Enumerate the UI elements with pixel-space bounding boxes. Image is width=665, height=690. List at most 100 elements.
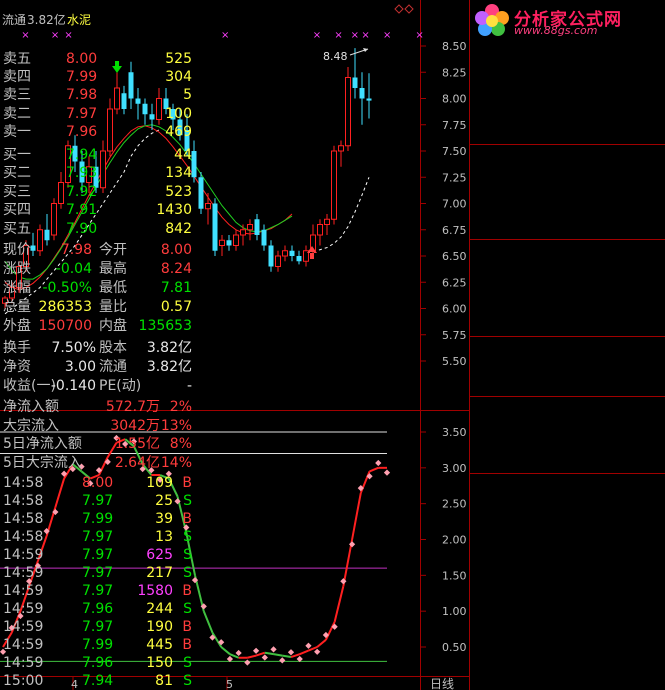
candle-body[interactable]	[331, 150, 337, 220]
tick-price: 7.97	[82, 529, 114, 545]
stat-value: -0.50%	[42, 280, 92, 296]
tick-volume: 244	[146, 601, 173, 617]
tick-row[interactable]: 14:59 7.96 244 S	[0, 600, 195, 618]
stat-label: 外盘	[3, 318, 31, 334]
candle-body[interactable]	[233, 234, 239, 246]
stat-value: -0.04	[55, 261, 92, 277]
diamond-icon[interactable]	[394, 4, 404, 14]
flower-icon	[475, 4, 509, 36]
bid-row[interactable]: 买二 7.93 134	[0, 164, 195, 182]
candle-body[interactable]	[198, 177, 204, 209]
ask-label: 卖三	[3, 87, 31, 104]
signal-marker: ×	[313, 30, 321, 41]
bid-label: 买一	[3, 147, 31, 163]
signal-marker: ×	[221, 30, 229, 41]
indicator-segment	[299, 649, 309, 656]
tick-row[interactable]: 14:58 8.00 109 B	[0, 474, 195, 492]
flow-percent: 8%	[169, 436, 192, 452]
candle-body[interactable]	[324, 218, 330, 225]
bid-row[interactable]: 买一 7.94 44	[0, 146, 195, 164]
candle-body[interactable]	[268, 245, 274, 267]
tick-price: 7.94	[82, 673, 114, 689]
tick-time: 14:58	[3, 511, 44, 527]
indicator-segment	[273, 653, 283, 657]
stat-row: 外盘 150700 内盘 135653	[0, 317, 195, 335]
candle-body[interactable]	[240, 229, 246, 236]
tick-volume: 150	[146, 655, 173, 671]
ask-row[interactable]: 卖五 8.00 525	[0, 50, 195, 68]
tick-time: 14:58	[3, 475, 44, 491]
stat-label: 涨幅	[3, 280, 31, 296]
tick-row[interactable]: 14:58 7.97 25 S	[0, 492, 195, 510]
ask-price: 7.96	[66, 123, 98, 140]
candle-body[interactable]	[338, 145, 344, 152]
stat-row: 涨幅 -0.50% 最低 7.81	[0, 279, 195, 297]
signal-marker: ×	[361, 30, 369, 41]
candle-body[interactable]	[345, 77, 351, 147]
candle-body[interactable]	[282, 250, 288, 257]
diamond-icon[interactable]	[404, 4, 414, 14]
fundamental-value: -0.140	[50, 378, 96, 394]
stat-label: 现价	[3, 242, 31, 258]
indicator-dot	[244, 659, 251, 666]
bid-row[interactable]: 买五 7.90 842	[0, 220, 195, 238]
tick-row[interactable]: 14:58 7.99 39 B	[0, 510, 195, 528]
tick-volume: 445	[146, 637, 173, 653]
tick-row[interactable]: 15:00 7.94 81 S	[0, 672, 195, 690]
tick-price: 7.97	[82, 619, 114, 635]
tick-row[interactable]: 14:59 7.97 217 S	[0, 564, 195, 582]
candle-body[interactable]	[359, 88, 365, 99]
candle-body[interactable]	[317, 224, 323, 236]
flow-label: 5日大宗流入	[3, 454, 82, 471]
candle-body[interactable]	[212, 203, 218, 251]
tick-time: 14:58	[3, 529, 44, 545]
candle-body[interactable]	[226, 240, 232, 246]
bid-price: 7.90	[66, 220, 98, 237]
candle-body[interactable]	[205, 203, 211, 210]
candle-body[interactable]	[254, 219, 260, 235]
candle-body[interactable]	[247, 224, 253, 231]
period-label[interactable]: 日线	[430, 677, 454, 690]
tick-price: 7.97	[82, 583, 114, 599]
indicator-segment	[333, 585, 345, 623]
candle-body[interactable]	[352, 77, 358, 89]
tick-price: 7.97	[82, 493, 114, 509]
candle-body[interactable]	[289, 250, 295, 256]
candle-body[interactable]	[366, 98, 372, 101]
candle-body[interactable]	[296, 256, 302, 262]
ask-volume: 100	[165, 105, 192, 122]
tick-side: S	[183, 601, 192, 617]
ask-row[interactable]: 卖二 7.97 100	[0, 105, 195, 123]
window-controls[interactable]	[394, 4, 414, 14]
ask-label: 卖五	[3, 51, 31, 67]
stat-label: 最高	[99, 261, 127, 277]
tick-row[interactable]: 14:59 7.96 150 S	[0, 654, 195, 672]
tick-row[interactable]: 14:59 7.97 625 S	[0, 546, 195, 564]
ask-row[interactable]: 卖三 7.98 5	[0, 86, 195, 104]
indicator-dot	[261, 654, 268, 661]
bid-volume: 44	[174, 147, 192, 163]
candle-body[interactable]	[275, 255, 281, 267]
indicator-dot	[252, 647, 260, 654]
ask-row[interactable]: 卖四 7.99 304	[0, 68, 195, 86]
sector-label[interactable]: 水泥	[67, 13, 91, 27]
candle-body[interactable]	[219, 239, 225, 246]
tick-row[interactable]: 14:59 7.97 1580 B	[0, 582, 195, 600]
tick-row[interactable]: 14:59 7.99 445 B	[0, 636, 195, 654]
bid-label: 买五	[3, 220, 31, 237]
tick-row[interactable]: 14:59 7.97 190 B	[0, 618, 195, 636]
indicator-segment	[325, 621, 336, 641]
bid-label: 买四	[3, 202, 31, 219]
tick-side: S	[183, 547, 192, 563]
tick-price: 7.99	[82, 511, 114, 527]
stat-label: 内盘	[99, 318, 127, 334]
ask-volume: 469	[165, 123, 192, 140]
bid-row[interactable]: 买三 7.92 523	[0, 183, 195, 201]
ask-row[interactable]: 卖一 7.96 469	[0, 123, 195, 141]
indicator-segment	[202, 610, 214, 634]
candle-body[interactable]	[261, 229, 267, 246]
tick-time: 15:00	[3, 673, 44, 689]
tick-row[interactable]: 14:58 7.97 13 S	[0, 528, 195, 546]
bid-row[interactable]: 买四 7.91 1430	[0, 201, 195, 219]
tick-side: B	[182, 511, 192, 527]
